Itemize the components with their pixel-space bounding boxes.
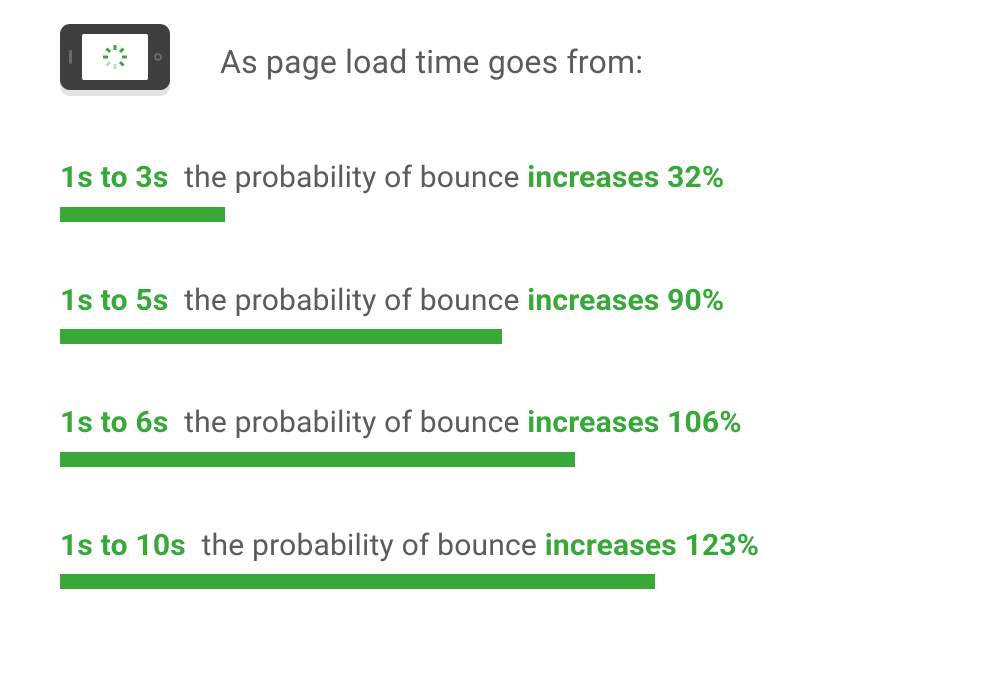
row-3-text: 1s to 6s the probability of bounce incre… bbox=[60, 404, 940, 442]
row-4: 1s to 10s the probability of bounce incr… bbox=[60, 527, 940, 590]
row-1-prob: the probability of bounce bbox=[184, 160, 520, 195]
row-2-text: 1s to 5s the probability of bounce incre… bbox=[60, 282, 940, 320]
row-4-prob: the probability of bounce bbox=[202, 528, 538, 563]
row-3: 1s to 6s the probability of bounce incre… bbox=[60, 404, 940, 467]
row-3-range: 1s to 6s bbox=[60, 405, 168, 440]
row-4-incr: increases 123% bbox=[545, 528, 759, 563]
phone-loading-icon bbox=[60, 24, 170, 99]
row-4-text: 1s to 10s the probability of bounce incr… bbox=[60, 527, 940, 565]
row-1-bar bbox=[60, 207, 225, 222]
row-3-prob: the probability of bounce bbox=[184, 405, 520, 440]
chart-title: As page load time goes from: bbox=[220, 43, 643, 81]
row-4-range: 1s to 10s bbox=[60, 528, 186, 563]
row-2: 1s to 5s the probability of bounce incre… bbox=[60, 282, 940, 345]
row-2-range: 1s to 5s bbox=[60, 283, 168, 318]
row-1-range: 1s to 3s bbox=[60, 160, 168, 195]
row-2-prob: the probability of bounce bbox=[184, 283, 520, 318]
rows-container: 1s to 3s the probability of bounce incre… bbox=[60, 159, 940, 589]
row-1-incr: increases 32% bbox=[527, 160, 724, 195]
row-1-text: 1s to 3s the probability of bounce incre… bbox=[60, 159, 940, 197]
header: As page load time goes from: bbox=[60, 24, 940, 99]
row-4-bar bbox=[60, 574, 655, 589]
row-3-bar bbox=[60, 452, 575, 467]
row-2-incr: increases 90% bbox=[527, 283, 724, 318]
row-2-bar bbox=[60, 329, 502, 344]
row-3-incr: increases 106% bbox=[527, 405, 741, 440]
row-1: 1s to 3s the probability of bounce incre… bbox=[60, 159, 940, 222]
